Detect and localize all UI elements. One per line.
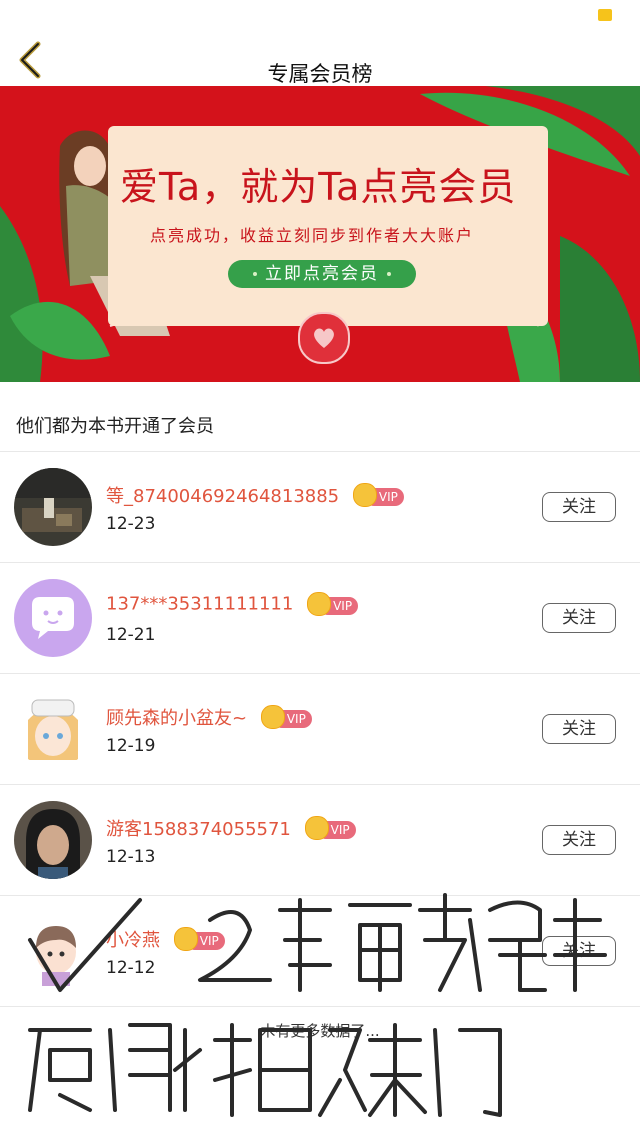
member-date: 12-13 [106, 847, 156, 867]
vip-badge: VIP [304, 816, 356, 840]
dot-icon [387, 272, 391, 276]
avatar[interactable] [14, 468, 92, 546]
crown-icon [260, 705, 285, 729]
vip-badge: VIP [260, 705, 312, 729]
avatar[interactable] [14, 690, 92, 768]
promo-banner[interactable]: 爱Ta，就为Ta点亮会员 点亮成功，收益立刻同步到作者大大账户 立即点亮会员 [0, 86, 640, 382]
vip-badge: VIP [352, 483, 404, 507]
member-name: 游客1588374055571 [106, 819, 291, 840]
list-item[interactable]: 顾先森的小盆友~ VIP 12-19 关注 [0, 674, 640, 785]
member-name-line: 小冷燕 VIP [106, 926, 225, 952]
member-name: 137***35311111111 [106, 593, 294, 615]
member-name-line: 游客1588374055571 VIP [106, 815, 356, 841]
avatar[interactable] [14, 801, 92, 879]
member-date: 12-12 [106, 958, 156, 978]
member-date: 12-21 [106, 625, 156, 645]
follow-button[interactable]: 关注 [542, 714, 616, 744]
member-name: 顾先森的小盆友~ [106, 708, 248, 729]
no-more-data-text: 木有更多数据了... [260, 1022, 380, 1040]
follow-button[interactable]: 关注 [542, 825, 616, 855]
page-title: 专属会员榜 [267, 62, 373, 86]
list-item[interactable]: 游客1588374055571 VIP 12-13 关注 [0, 785, 640, 896]
crown-icon [173, 927, 198, 951]
avatar[interactable] [14, 912, 92, 990]
status-bar [0, 0, 640, 30]
member-name: 等_874004692464813885 [106, 486, 340, 507]
header: 专属会员榜 [0, 30, 640, 86]
vip-badge: VIP [173, 927, 225, 951]
banner-headline: 爱Ta，就为Ta点亮会员 [120, 165, 517, 209]
member-list: 等_874004692464813885 VIP 12-23 关注 137***… [0, 452, 640, 1007]
crown-icon [307, 592, 332, 616]
list-item[interactable]: 等_874004692464813885 VIP 12-23 关注 [0, 452, 640, 563]
light-up-member-button[interactable]: 立即点亮会员 [228, 260, 416, 288]
follow-button[interactable]: 关注 [542, 603, 616, 633]
follow-button[interactable]: 关注 [542, 936, 616, 966]
battery-icon [598, 9, 612, 21]
crown-icon [304, 816, 329, 840]
banner-subline: 点亮成功，收益立刻同步到作者大大账户 [150, 226, 475, 245]
heart-seal-icon [298, 312, 350, 364]
dot-icon [253, 272, 257, 276]
list-item[interactable]: 小冷燕 VIP 12-12 关注 [0, 896, 640, 1007]
avatar[interactable] [14, 579, 92, 657]
member-name: 小冷燕 [106, 930, 160, 951]
member-name-line: 等_874004692464813885 VIP [106, 482, 404, 508]
list-item[interactable]: 137***35311111111 VIP 12-21 关注 [0, 563, 640, 674]
section-title: 他们都为本书开通了会员 [16, 416, 214, 437]
member-date: 12-19 [106, 736, 156, 756]
member-name-line: 顾先森的小盆友~ VIP [106, 704, 312, 730]
member-date: 12-23 [106, 514, 156, 534]
cta-label: 立即点亮会员 [265, 264, 379, 284]
follow-button[interactable]: 关注 [542, 492, 616, 522]
crown-icon [352, 483, 377, 507]
vip-badge: VIP [307, 592, 359, 616]
member-name-line: 137***35311111111 VIP [106, 592, 359, 616]
